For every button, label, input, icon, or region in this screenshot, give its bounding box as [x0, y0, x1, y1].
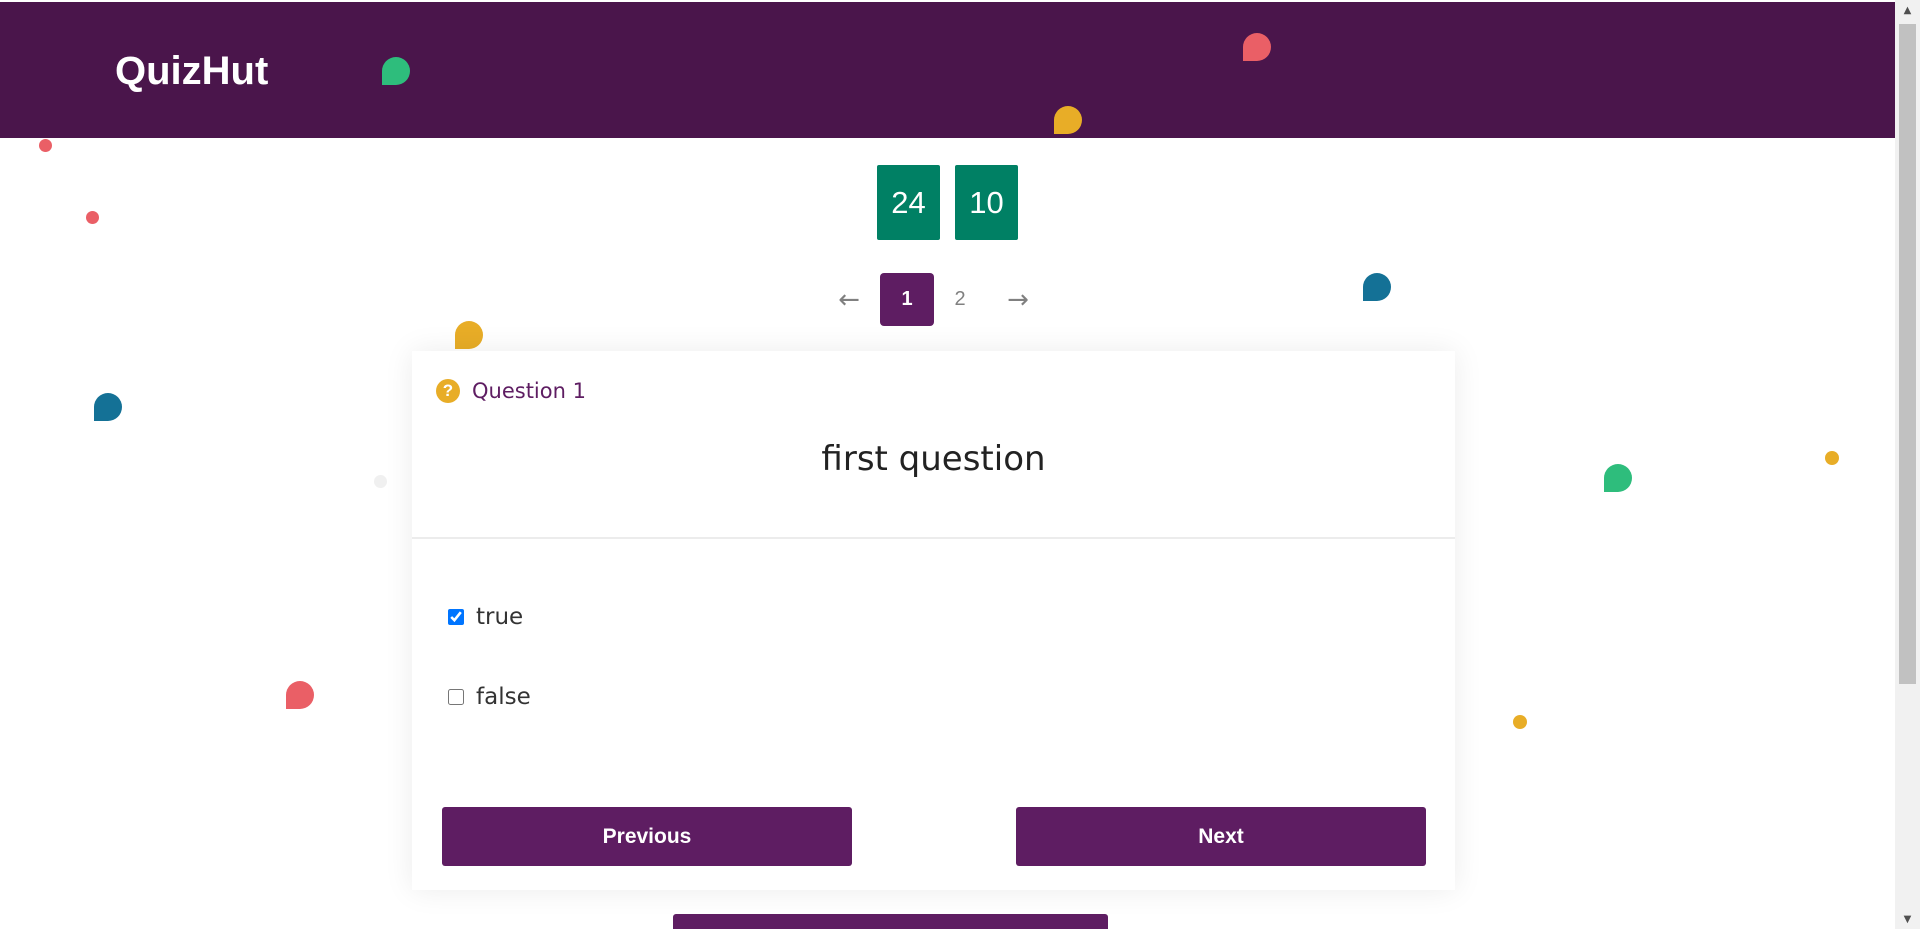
scroll-up-arrow-icon[interactable]: ▲ [1895, 0, 1920, 20]
question-divider [412, 537, 1455, 539]
quiz-page: QuizHut 24 10 ← 1 2 → ? Question 1 first… [0, 0, 1920, 929]
confetti-red-dot [39, 139, 52, 152]
answer-option-false[interactable]: false [448, 684, 531, 710]
confetti-red-dot [86, 211, 99, 224]
confetti-yellow-dot [1825, 451, 1839, 465]
next-page-arrow-icon[interactable]: → [998, 285, 1038, 315]
confetti-blue-drop [94, 393, 122, 421]
brand-logo[interactable]: QuizHut [115, 47, 268, 95]
answer-checkbox-true[interactable] [448, 609, 464, 625]
confetti-yellow-drop [1054, 106, 1082, 134]
top-header: QuizHut [0, 2, 1895, 138]
confetti-red-drop [286, 681, 314, 709]
answer-option-true[interactable]: true [448, 604, 523, 630]
scroll-thumb[interactable] [1899, 24, 1916, 684]
confetti-blue-drop [1363, 273, 1391, 301]
prev-page-arrow-icon[interactable]: ← [829, 285, 869, 315]
answer-checkbox-false[interactable] [448, 689, 464, 705]
page-1-button[interactable]: 1 [880, 273, 934, 326]
scroll-down-arrow-icon[interactable]: ▼ [1895, 909, 1920, 929]
question-text: first question [821, 439, 1046, 479]
confetti-green-drop [382, 57, 410, 85]
next-button[interactable]: Next [1016, 807, 1426, 866]
confetti-green-drop [1604, 464, 1632, 492]
confetti-yellow-drop [455, 321, 483, 349]
page-2-button[interactable]: 2 [933, 273, 987, 326]
timer-seconds: 10 [955, 165, 1018, 240]
previous-button[interactable]: Previous [442, 807, 852, 866]
vertical-scrollbar[interactable]: ▲ ▼ [1895, 0, 1920, 929]
submit-button[interactable] [673, 914, 1108, 929]
confetti-grey-dot [374, 475, 387, 488]
question-header: ? Question 1 [436, 379, 586, 403]
answer-label-false: false [476, 684, 531, 710]
answer-label-true: true [476, 604, 524, 630]
timer-minutes: 24 [877, 165, 940, 240]
question-label: Question 1 [472, 379, 586, 403]
question-circle-icon: ? [436, 379, 460, 403]
question-card: ? Question 1 first question true false P… [412, 351, 1455, 890]
confetti-red-drop [1243, 33, 1271, 61]
confetti-yellow-dot [1513, 715, 1527, 729]
